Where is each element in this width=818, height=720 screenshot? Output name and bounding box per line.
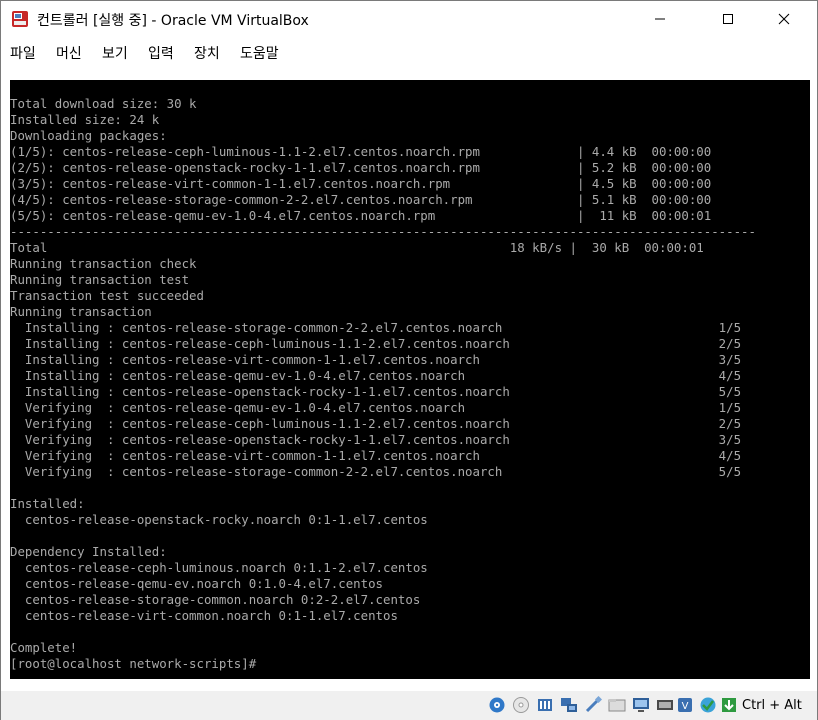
console-line: Verifying : centos-release-openstack-roc…: [10, 432, 742, 447]
console-line: (2/5): centos-release-openstack-rocky-1-…: [10, 160, 712, 175]
console-line: centos-release-qemu-ev.noarch 0:1.0-4.el…: [10, 576, 383, 591]
console-line: Installing : centos-release-virt-common-…: [10, 352, 742, 367]
console-line: centos-release-ceph-luminous.noarch 0:1.…: [10, 560, 428, 575]
shared-folders-icon[interactable]: [608, 696, 626, 714]
console-line: Total download size: 30 k: [10, 96, 197, 111]
menu-machine[interactable]: 머신: [56, 43, 82, 63]
svg-text:V: V: [682, 701, 689, 712]
minimize-icon: [655, 18, 665, 20]
vm-display-area: Total download size: 30 k Installed size:…: [1, 67, 817, 691]
network-icon[interactable]: [560, 696, 578, 714]
hard-disk-icon[interactable]: [488, 696, 506, 714]
menu-bar: 파일 머신 보기 입력 장치 도움말: [1, 37, 817, 67]
console-line: Installing : centos-release-qemu-ev-1.0-…: [10, 368, 742, 383]
console-line: Verifying : centos-release-qemu-ev-1.0-4…: [10, 400, 742, 415]
menu-file[interactable]: 파일: [10, 43, 36, 63]
menu-input[interactable]: 입력: [148, 43, 174, 63]
virtualbox-window: 컨트롤러 [실행 중] - Oracle VM VirtualBox 파일 머신…: [0, 0, 818, 720]
console-line: Verifying : centos-release-virt-common-1…: [10, 448, 742, 463]
audio-icon[interactable]: [536, 696, 554, 714]
console-line: Verifying : centos-release-storage-commo…: [10, 464, 742, 479]
title-bar[interactable]: 컨트롤러 [실행 중] - Oracle VM VirtualBox: [1, 1, 817, 37]
console-line: Verifying : centos-release-ceph-luminous…: [10, 416, 742, 431]
console-line: (5/5): centos-release-qemu-ev-1.0-4.el7.…: [10, 208, 712, 223]
host-key-label[interactable]: Ctrl + Alt: [742, 698, 802, 713]
maximize-icon: [723, 14, 733, 24]
virtualbox-app-icon[interactable]: [11, 10, 29, 28]
optical-drive-icon[interactable]: [512, 696, 530, 714]
minimize-button[interactable]: [637, 1, 683, 37]
cpu-icon[interactable]: V: [676, 696, 694, 714]
mouse-integration-icon[interactable]: [720, 696, 738, 714]
console-line: Installed size: 24 k: [10, 112, 160, 127]
close-icon: [778, 13, 790, 25]
console-line: (3/5): centos-release-virt-common-1-1.el…: [10, 176, 712, 191]
console-line: Installing : centos-release-storage-comm…: [10, 320, 742, 335]
console-line: centos-release-storage-common.noarch 0:2…: [10, 592, 421, 607]
menu-view[interactable]: 보기: [102, 43, 128, 63]
console-line: Total 18 kB/s | 30 kB 00:00:01: [10, 240, 704, 255]
console-line: Installed:: [10, 496, 85, 511]
console-line: Dependency Installed:: [10, 544, 167, 559]
console-line: (4/5): centos-release-storage-common-2-2…: [10, 192, 712, 207]
status-bar: V Ctrl + Alt: [1, 691, 817, 720]
video-capture-icon[interactable]: [656, 696, 674, 714]
console-line: Installing : centos-release-openstack-ro…: [10, 384, 742, 399]
guest-additions-icon[interactable]: [699, 696, 717, 714]
console-line: Installing : centos-release-ceph-luminou…: [10, 336, 742, 351]
console-line: Running transaction: [10, 304, 152, 319]
console-line: ----------------------------------------…: [10, 224, 756, 239]
display-icon[interactable]: [632, 696, 650, 714]
usb-icon[interactable]: [584, 695, 603, 714]
console-output: Total download size: 30 k Installed size:…: [10, 96, 810, 672]
menu-help[interactable]: 도움말: [240, 43, 279, 63]
console-line: centos-release-openstack-rocky.noarch 0:…: [10, 512, 428, 527]
window-title: 컨트롤러 [실행 중] - Oracle VM VirtualBox: [37, 13, 309, 29]
vm-console-screen[interactable]: Total download size: 30 k Installed size:…: [10, 80, 810, 679]
console-line: [root@localhost network-scripts]#: [10, 656, 257, 671]
console-line: Downloading packages:: [10, 128, 167, 143]
console-line: Complete!: [10, 640, 78, 655]
maximize-button[interactable]: [705, 1, 751, 37]
console-line: (1/5): centos-release-ceph-luminous-1.1-…: [10, 144, 712, 159]
console-line: Transaction test succeeded: [10, 288, 204, 303]
console-line: centos-release-virt-common.noarch 0:1-1.…: [10, 608, 398, 623]
close-button[interactable]: [761, 1, 807, 37]
console-line: Running transaction check: [10, 256, 197, 271]
console-line: Running transaction test: [10, 272, 190, 287]
menu-devices[interactable]: 장치: [194, 43, 220, 63]
